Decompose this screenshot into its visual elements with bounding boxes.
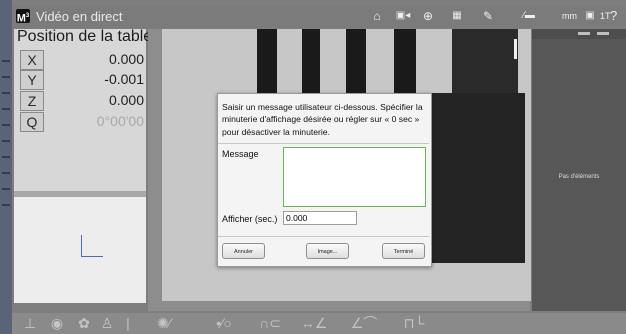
axis-z-value: 0.000 xyxy=(108,92,144,108)
desktop-edge xyxy=(0,0,12,334)
settings-icon[interactable]: ✿ xyxy=(76,313,92,334)
dialog-divider xyxy=(218,236,429,237)
timer-label: Afficher (sec.) xyxy=(222,214,278,224)
circle-icon[interactable]: •⁄○ xyxy=(204,313,244,334)
point-icon[interactable]: ✺⁄ xyxy=(150,313,178,334)
window-title: Vidéo en direct xyxy=(36,9,123,24)
part-view-panel[interactable] xyxy=(14,197,146,303)
video-feature xyxy=(257,29,277,93)
y-axis-indicator xyxy=(81,235,82,257)
list-toggle-button[interactable] xyxy=(578,32,590,35)
probe-icon[interactable]: ⁄▬ xyxy=(502,8,556,24)
feature-list-panel[interactable] xyxy=(532,29,626,311)
crosshair-icon[interactable]: ⊕ xyxy=(419,8,437,24)
angle-icon[interactable]: ∠⌒ xyxy=(344,313,384,334)
pen-icon[interactable]: ✎ xyxy=(480,8,496,24)
unit-label[interactable]: mm xyxy=(562,11,577,21)
axis-y-button[interactable]: Y xyxy=(20,70,44,90)
line-icon[interactable]: | xyxy=(124,313,132,334)
lock-icon[interactable]: ▣ xyxy=(584,8,596,24)
axis-y-value: -0.001 xyxy=(104,71,144,87)
axis-q-value: 0°00'00 xyxy=(96,113,144,129)
axis-x-button[interactable]: X xyxy=(20,50,44,70)
distance-icon[interactable]: ↔∠ xyxy=(294,313,334,334)
dialog-divider xyxy=(218,143,429,144)
empty-list-label: Pas d'éléments xyxy=(558,174,600,180)
list-toggle-button[interactable] xyxy=(597,32,609,35)
video-camera-icon[interactable]: ▣◂ xyxy=(393,8,413,24)
axis-q-button[interactable]: Q xyxy=(20,112,44,132)
home-icon[interactable]: ⌂ xyxy=(369,8,385,24)
x-axis-indicator xyxy=(81,256,103,257)
axis-x-value: 0.000 xyxy=(108,51,144,67)
cancel-button[interactable]: Annuler xyxy=(222,243,265,259)
video-feature xyxy=(394,29,416,93)
video-feature xyxy=(514,39,517,59)
measure-icon[interactable]: ⊥ xyxy=(22,313,38,334)
timer-input[interactable] xyxy=(283,211,357,225)
help-icon[interactable]: ? xyxy=(610,8,617,23)
dro-title: Position de la table xyxy=(17,28,153,45)
message-label: Message xyxy=(222,149,259,159)
app-logo: M3 xyxy=(16,9,30,25)
contour-icon[interactable]: ⊓└ xyxy=(394,313,434,334)
image-button[interactable]: Image... xyxy=(306,243,349,259)
video-feature xyxy=(430,93,525,263)
arc-icon[interactable]: ∩⊂ xyxy=(252,313,288,334)
grid-icon[interactable]: ▦ xyxy=(448,8,466,24)
message-input[interactable] xyxy=(283,147,426,207)
axis-z-button[interactable]: Z xyxy=(20,91,44,111)
resolution-label[interactable]: 1T xyxy=(600,11,611,21)
probe-icon[interactable]: ◉ xyxy=(48,313,66,334)
video-feature xyxy=(302,29,320,93)
user-icon[interactable]: ♙ xyxy=(100,313,114,334)
dialog-instructions: Saisir un message utilisateur ci-dessous… xyxy=(222,102,423,137)
done-button[interactable]: Terminé xyxy=(382,243,425,259)
video-feature xyxy=(346,29,366,93)
video-feature xyxy=(452,29,518,93)
